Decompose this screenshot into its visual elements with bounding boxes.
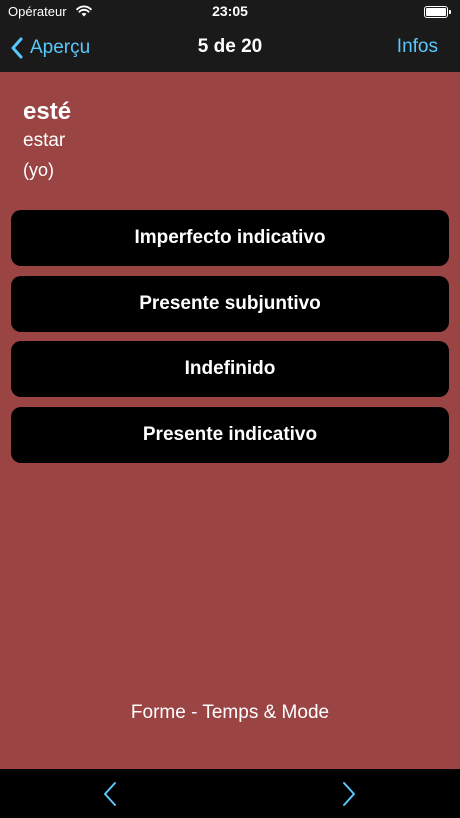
battery-icon (424, 6, 451, 18)
answer-option-4[interactable]: Presente indicativo (11, 407, 449, 463)
subject-pronoun: (yo) (23, 160, 54, 180)
previous-button[interactable] (96, 780, 124, 808)
conjugated-form: esté (23, 98, 72, 125)
next-button[interactable] (335, 780, 363, 808)
status-clock: 23:05 (212, 3, 248, 19)
chevron-right-icon (343, 782, 355, 806)
answer-option-1[interactable]: Imperfecto indicativo (11, 210, 449, 266)
answer-option-3[interactable]: Indefinido (11, 341, 449, 397)
navigation-bar: Aperçu 5 de 20 Infos (0, 24, 460, 72)
quiz-content: esté estar (yo) Imperfecto indicativo Pr… (0, 72, 460, 769)
bottom-toolbar (0, 769, 460, 818)
status-bar: Opérateur 23:05 (0, 0, 460, 24)
answer-option-2[interactable]: Presente subjuntivo (11, 276, 449, 332)
verb-infinitive: estar (23, 130, 66, 151)
app-screen: Opérateur 23:05 Aperçu 5 de 20 Infos est… (0, 0, 460, 818)
chevron-left-icon (104, 782, 116, 806)
info-button[interactable]: Infos (397, 36, 438, 58)
question-type-label: Forme - Temps & Mode (130, 702, 330, 723)
page-title: 5 de 20 (197, 36, 263, 57)
